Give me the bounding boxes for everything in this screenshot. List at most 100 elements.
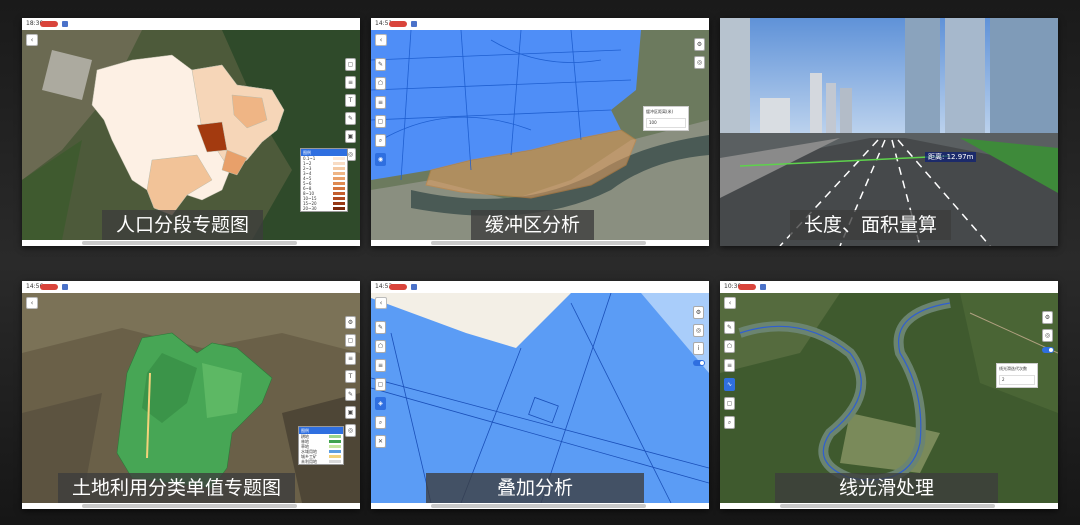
map-view[interactable] [22, 293, 360, 503]
query-tool-icon[interactable]: ⌕ [375, 134, 386, 147]
status-dot-icon [62, 284, 68, 290]
toolbar-right: ⚙ ◎ i [693, 306, 705, 366]
clear-tool-icon[interactable]: ✕ [375, 435, 386, 448]
legend-swatch [329, 445, 341, 448]
status-badge [738, 284, 756, 290]
legend-swatch [333, 172, 345, 175]
legend-swatch [333, 197, 345, 200]
panel-population: 18:30 ‹ ▢ ≡ T ✎ ▣ ◎ 图例 0.1~1 1~2 2~3 3~4 4~5… [22, 18, 360, 246]
legend-rows: 0.1~1 1~2 2~3 3~4 4~5 5~6 6~8 8~10 10~15 15~20 20~… [301, 156, 347, 211]
map-view[interactable] [371, 30, 709, 240]
caption: 叠加分析 [426, 473, 644, 503]
map-canvas [720, 293, 1058, 503]
map-view[interactable] [720, 293, 1058, 503]
legend-swatch [333, 182, 345, 185]
layer-icon[interactable]: ≡ [375, 96, 386, 109]
overlay-tool-icon[interactable]: ◈ [375, 397, 386, 410]
bottom-bar [22, 240, 360, 246]
polygon-tool-icon[interactable]: ⬠ [375, 340, 386, 353]
location-icon[interactable]: ◎ [693, 324, 704, 337]
caption: 缓冲区分析 [471, 210, 595, 240]
polygon-tool-icon[interactable]: ⬠ [375, 77, 386, 90]
location-icon[interactable]: ◎ [694, 56, 705, 69]
settings-icon[interactable]: ⚙ [1042, 311, 1053, 324]
status-badge [40, 284, 58, 290]
toolbar-left: ✎ ⬠ ≡ ▢ ⌕ ◉ [375, 58, 386, 166]
status-dot-icon [411, 284, 417, 290]
back-button[interactable]: ‹ [724, 297, 736, 309]
measure-icon[interactable]: ▣ [345, 130, 356, 143]
legend-swatch [329, 435, 341, 438]
toolbar-right: ⚙ ◎ [1042, 311, 1054, 353]
query-tool-icon[interactable]: ⌕ [375, 416, 386, 429]
legend-swatch [329, 455, 341, 458]
layer-icon[interactable]: ≡ [724, 359, 735, 372]
edit-tool-icon[interactable]: ✎ [345, 388, 356, 401]
layer-icon[interactable]: ≡ [345, 352, 356, 365]
polygon-tool-icon[interactable]: ⬠ [724, 340, 735, 353]
toggle-switch[interactable] [693, 360, 705, 366]
scroll-indicator [431, 504, 646, 508]
scroll-indicator [780, 504, 995, 508]
buffer-distance-input[interactable]: 100 [646, 118, 686, 128]
edit-tool-icon[interactable]: ✎ [375, 58, 386, 71]
settings-icon[interactable]: ⚙ [345, 316, 356, 329]
settings-icon[interactable]: ⚙ [694, 38, 705, 51]
edit-tool-icon[interactable]: ✎ [375, 321, 386, 334]
status-bar: 10:30 [720, 281, 1058, 293]
toolbar-left: ✎ ⬠ ≡ ▢ ◈ ⌕ ✕ [375, 321, 386, 448]
buffer-tool-icon[interactable]: ◉ [375, 153, 386, 166]
panel-buffer: 14:51 ‹ ✎ ⬠ ≡ ▢ ⌕ ◉ ⚙ ◎ 缓冲区距离(米) 100 缓冲区… [371, 18, 709, 246]
legend-row: 20~30 [301, 206, 347, 211]
toolbar-right: ⚙ ◎ [694, 38, 705, 69]
location-icon[interactable]: ◎ [1042, 329, 1053, 342]
toggle-switch[interactable] [1042, 347, 1054, 353]
query-tool-icon[interactable]: ⌕ [724, 416, 735, 429]
scroll-indicator [82, 241, 297, 245]
settings-icon[interactable]: ⚙ [693, 306, 704, 319]
smooth-iteration-input[interactable]: 2 [999, 375, 1035, 385]
bottom-bar [22, 503, 360, 509]
scroll-indicator [431, 241, 646, 245]
back-button[interactable]: ‹ [375, 297, 387, 309]
back-button[interactable]: ‹ [26, 297, 38, 309]
select-tool-icon[interactable]: ▢ [375, 378, 386, 391]
edit-tool-icon[interactable]: ✎ [345, 112, 356, 125]
legend-swatch [333, 162, 345, 165]
select-tool-icon[interactable]: ▢ [345, 58, 356, 71]
measure-icon[interactable]: ▣ [345, 406, 356, 419]
caption: 人口分段专题图 [102, 210, 264, 240]
layer-icon[interactable]: ≡ [345, 76, 356, 89]
location-icon[interactable]: ◎ [345, 424, 356, 437]
select-tool-icon[interactable]: ▢ [345, 334, 356, 347]
select-tool-icon[interactable]: ▢ [375, 115, 386, 128]
scroll-indicator [82, 504, 297, 508]
legend-row: 未利用地 [299, 459, 343, 464]
status-dot-icon [760, 284, 766, 290]
panel-overlay: 14:53 ‹ ✎ ⬠ ≡ ▢ ◈ ⌕ ✕ ⚙ ◎ i 叠加分析 [371, 281, 709, 509]
edit-tool-icon[interactable]: ✎ [724, 321, 735, 334]
back-button[interactable]: ‹ [375, 34, 387, 46]
status-bar: 14:51 [371, 18, 709, 30]
text-tool-icon[interactable]: T [345, 370, 356, 383]
map-view[interactable] [371, 293, 709, 503]
legend-swatch [329, 440, 341, 443]
text-tool-icon[interactable]: T [345, 94, 356, 107]
legend-panel: 图例 耕地 林地 草地 水域用地 城乡工矿 未利用地 [298, 426, 344, 465]
distance-label: 距离: 12.97m [925, 152, 977, 162]
status-dot-icon [411, 21, 417, 27]
buffer-distance-label: 缓冲区距离(米) [646, 109, 674, 114]
caption: 土地利用分类单值专题图 [58, 473, 296, 503]
back-button[interactable]: ‹ [26, 34, 38, 46]
select-tool-icon[interactable]: ▢ [724, 397, 735, 410]
toolbar-right: ▢ ≡ T ✎ ▣ ◎ [345, 58, 356, 161]
status-badge [389, 21, 407, 27]
legend-rows: 耕地 林地 草地 水域用地 城乡工矿 未利用地 [299, 434, 343, 464]
status-badge [40, 21, 58, 27]
bottom-bar [720, 503, 1058, 509]
info-icon[interactable]: i [693, 342, 704, 355]
layer-icon[interactable]: ≡ [375, 359, 386, 372]
legend-panel: 图例 0.1~1 1~2 2~3 3~4 4~5 5~6 6~8 8~10 10~15 15~20… [300, 148, 348, 212]
smooth-tool-icon[interactable]: ∿ [724, 378, 735, 391]
bottom-bar [371, 240, 709, 246]
